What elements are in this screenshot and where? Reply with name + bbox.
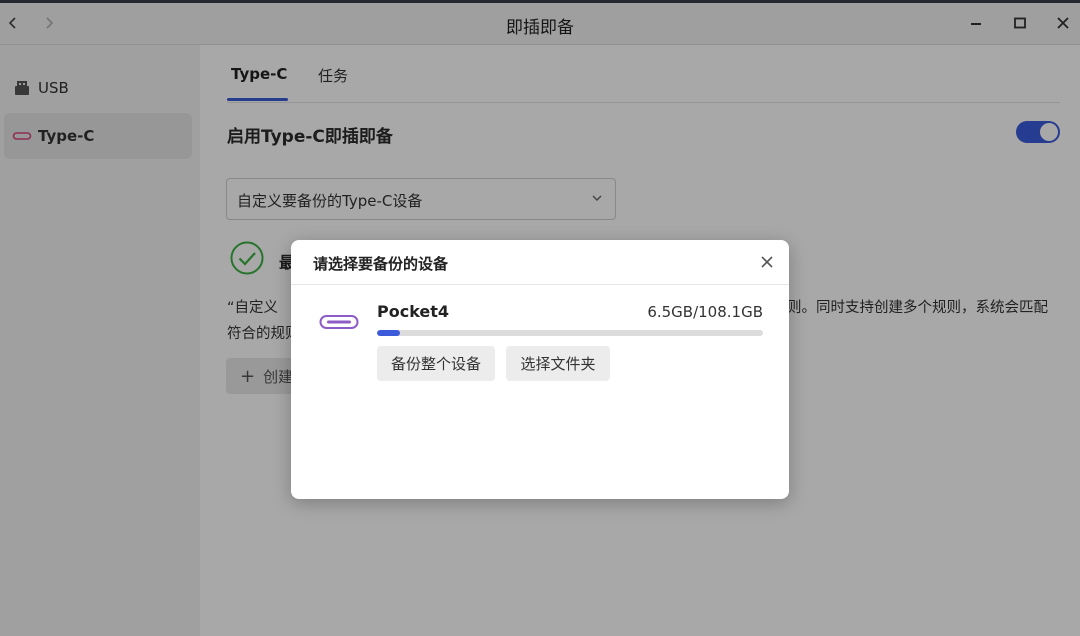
dialog-title: 请选择要备份的设备 bbox=[313, 255, 449, 273]
storage-progress-bar bbox=[377, 330, 763, 336]
device-size: 6.5GB/108.1GB bbox=[647, 303, 763, 321]
type-c-device-icon bbox=[319, 315, 359, 329]
storage-progress-fill bbox=[377, 330, 401, 336]
dialog-close-icon[interactable] bbox=[760, 255, 774, 269]
device-name: Pocket4 bbox=[377, 302, 450, 321]
backup-whole-device-button[interactable]: 备份整个设备 bbox=[377, 346, 495, 381]
select-device-dialog: 请选择要备份的设备 Pocket4 6.5GB/108.1GB 备份整个设备 选… bbox=[291, 240, 789, 499]
dialog-header: 请选择要备份的设备 bbox=[291, 240, 789, 285]
select-folder-button[interactable]: 选择文件夹 bbox=[506, 346, 610, 381]
